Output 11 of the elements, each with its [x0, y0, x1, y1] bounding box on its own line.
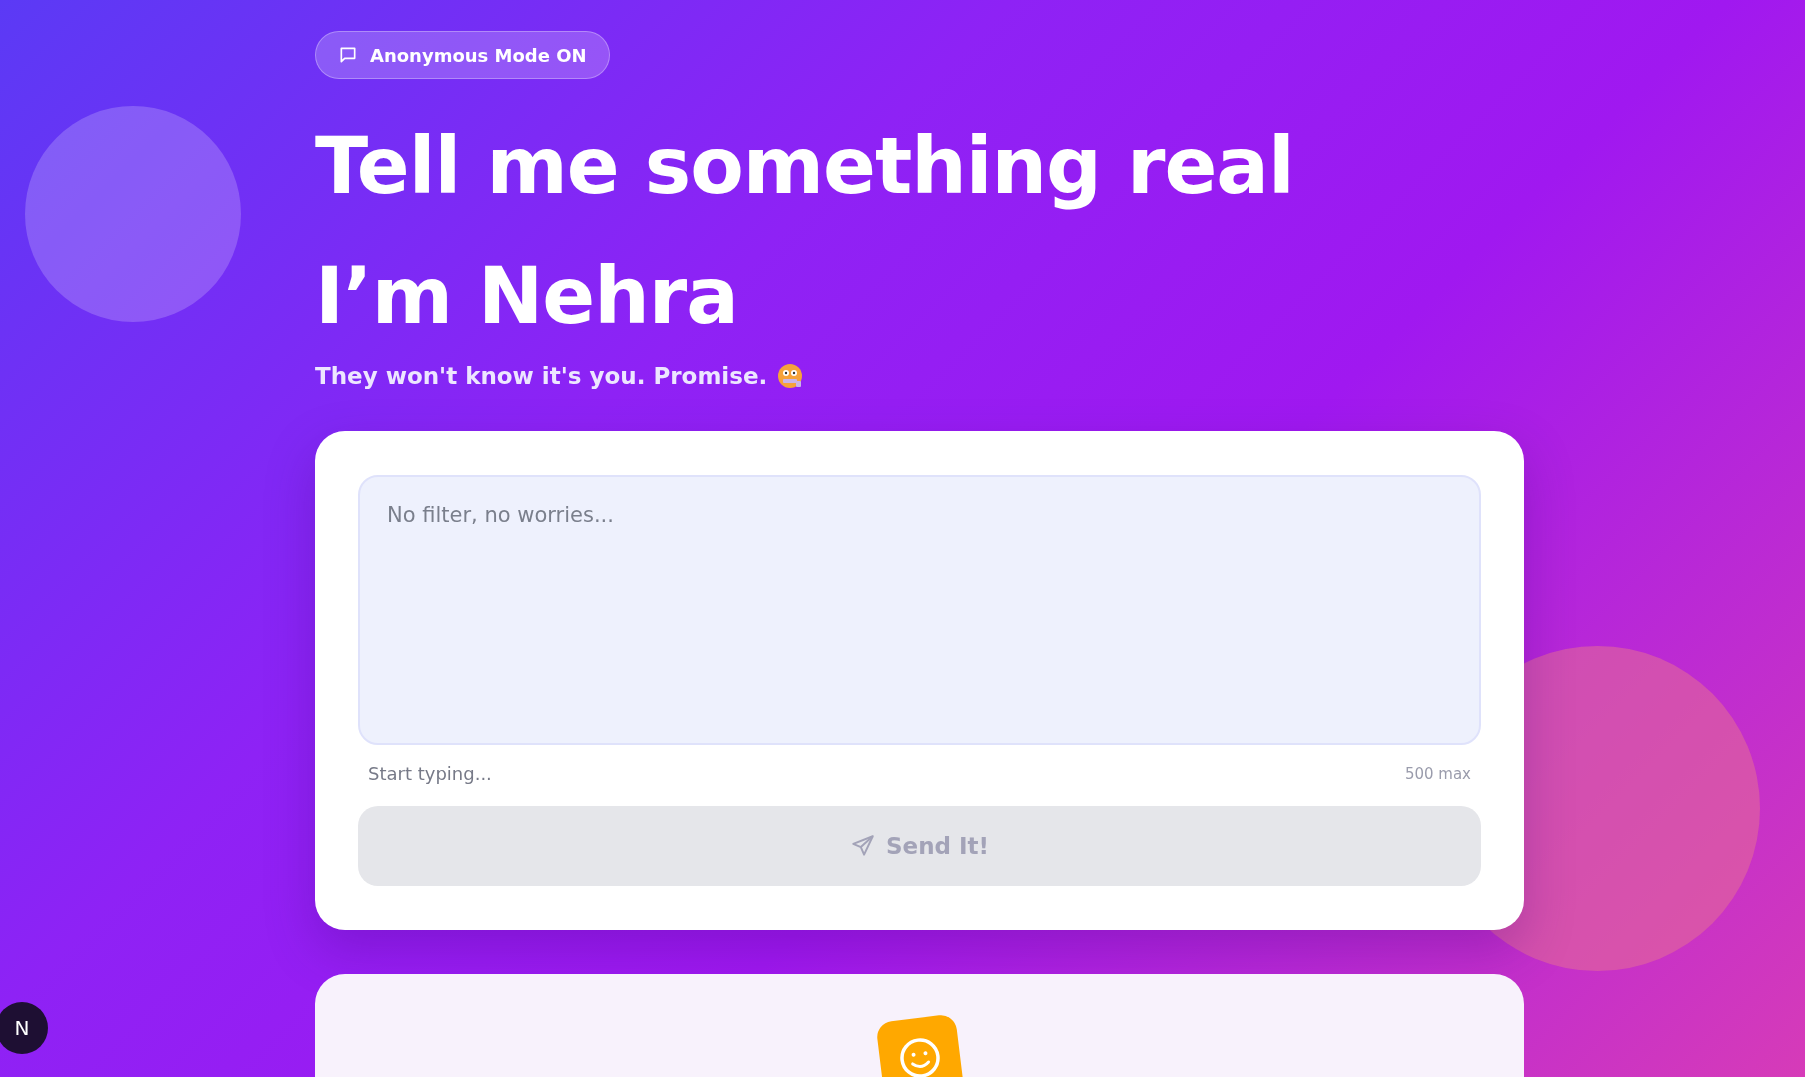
message-field[interactable]: No filter, no worries... [358, 475, 1481, 745]
headline: Tell me something real [315, 120, 1295, 213]
send-icon [849, 833, 876, 859]
dev-tools-button[interactable]: N [0, 1002, 48, 1054]
typing-hint: Start typing... [368, 763, 492, 784]
chat-bubble-icon [338, 45, 358, 65]
headline: I’m Nehra [315, 250, 739, 343]
zipper-mouth-face-icon [777, 363, 804, 389]
badge-label: Anonymous Mode ON [370, 44, 587, 66]
character-limit: 500 max [1404, 764, 1471, 783]
subtitle: They won't know it's you. Promise. [315, 363, 768, 389]
